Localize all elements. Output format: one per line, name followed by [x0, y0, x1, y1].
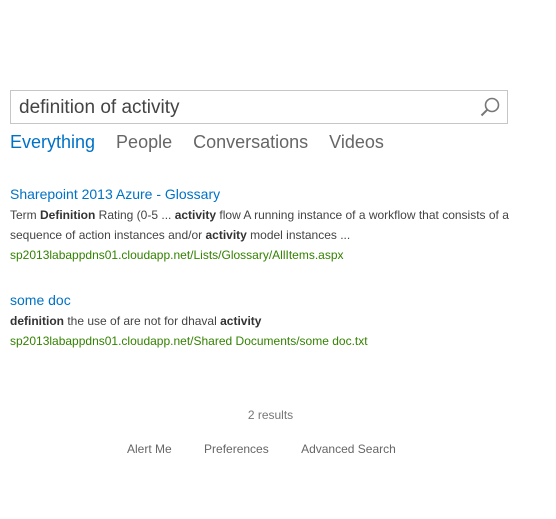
hit-highlight: activity: [220, 314, 262, 328]
hit-highlight: definition: [10, 314, 64, 328]
hit-highlight: activity: [205, 228, 247, 242]
summary-text: Rating (0-5 ...: [95, 208, 175, 222]
result-url[interactable]: sp2013labappdns01.cloudapp.net/Lists/Glo…: [10, 246, 540, 264]
advanced-search-link[interactable]: Advanced Search: [301, 442, 396, 456]
vertical-videos[interactable]: Videos: [329, 132, 384, 153]
search-verticals: Everything People Conversations Videos: [10, 132, 384, 153]
alert-me-link[interactable]: Alert Me: [127, 442, 172, 456]
footer-links: Alert Me Preferences Advanced Search: [127, 442, 396, 456]
search-icon[interactable]: [479, 96, 501, 118]
result-title[interactable]: Sharepoint 2013 Azure - Glossary: [10, 185, 540, 203]
summary-text: Term: [10, 208, 40, 222]
vertical-people[interactable]: People: [116, 132, 172, 153]
search-box[interactable]: definition of activity: [10, 90, 508, 124]
summary-text: the use of are not for dhaval: [64, 314, 221, 328]
result-count: 2 results: [247, 408, 294, 422]
vertical-conversations[interactable]: Conversations: [193, 132, 308, 153]
result-url[interactable]: sp2013labappdns01.cloudapp.net/Shared Do…: [10, 332, 540, 350]
result-summary: definition the use of are not for dhaval…: [10, 311, 540, 331]
preferences-link[interactable]: Preferences: [204, 442, 269, 456]
result-item: some doc definition the use of are not f…: [10, 291, 540, 350]
result-summary: Term Definition Rating (0-5 ... activity…: [10, 205, 540, 245]
summary-text: model instances ...: [246, 228, 351, 242]
result-title[interactable]: some doc: [10, 291, 540, 309]
vertical-everything[interactable]: Everything: [10, 132, 95, 153]
search-input[interactable]: definition of activity: [19, 97, 180, 119]
hit-highlight: Definition: [40, 208, 96, 222]
result-item: Sharepoint 2013 Azure - Glossary Term De…: [10, 185, 540, 264]
hit-highlight: activity: [174, 208, 217, 222]
